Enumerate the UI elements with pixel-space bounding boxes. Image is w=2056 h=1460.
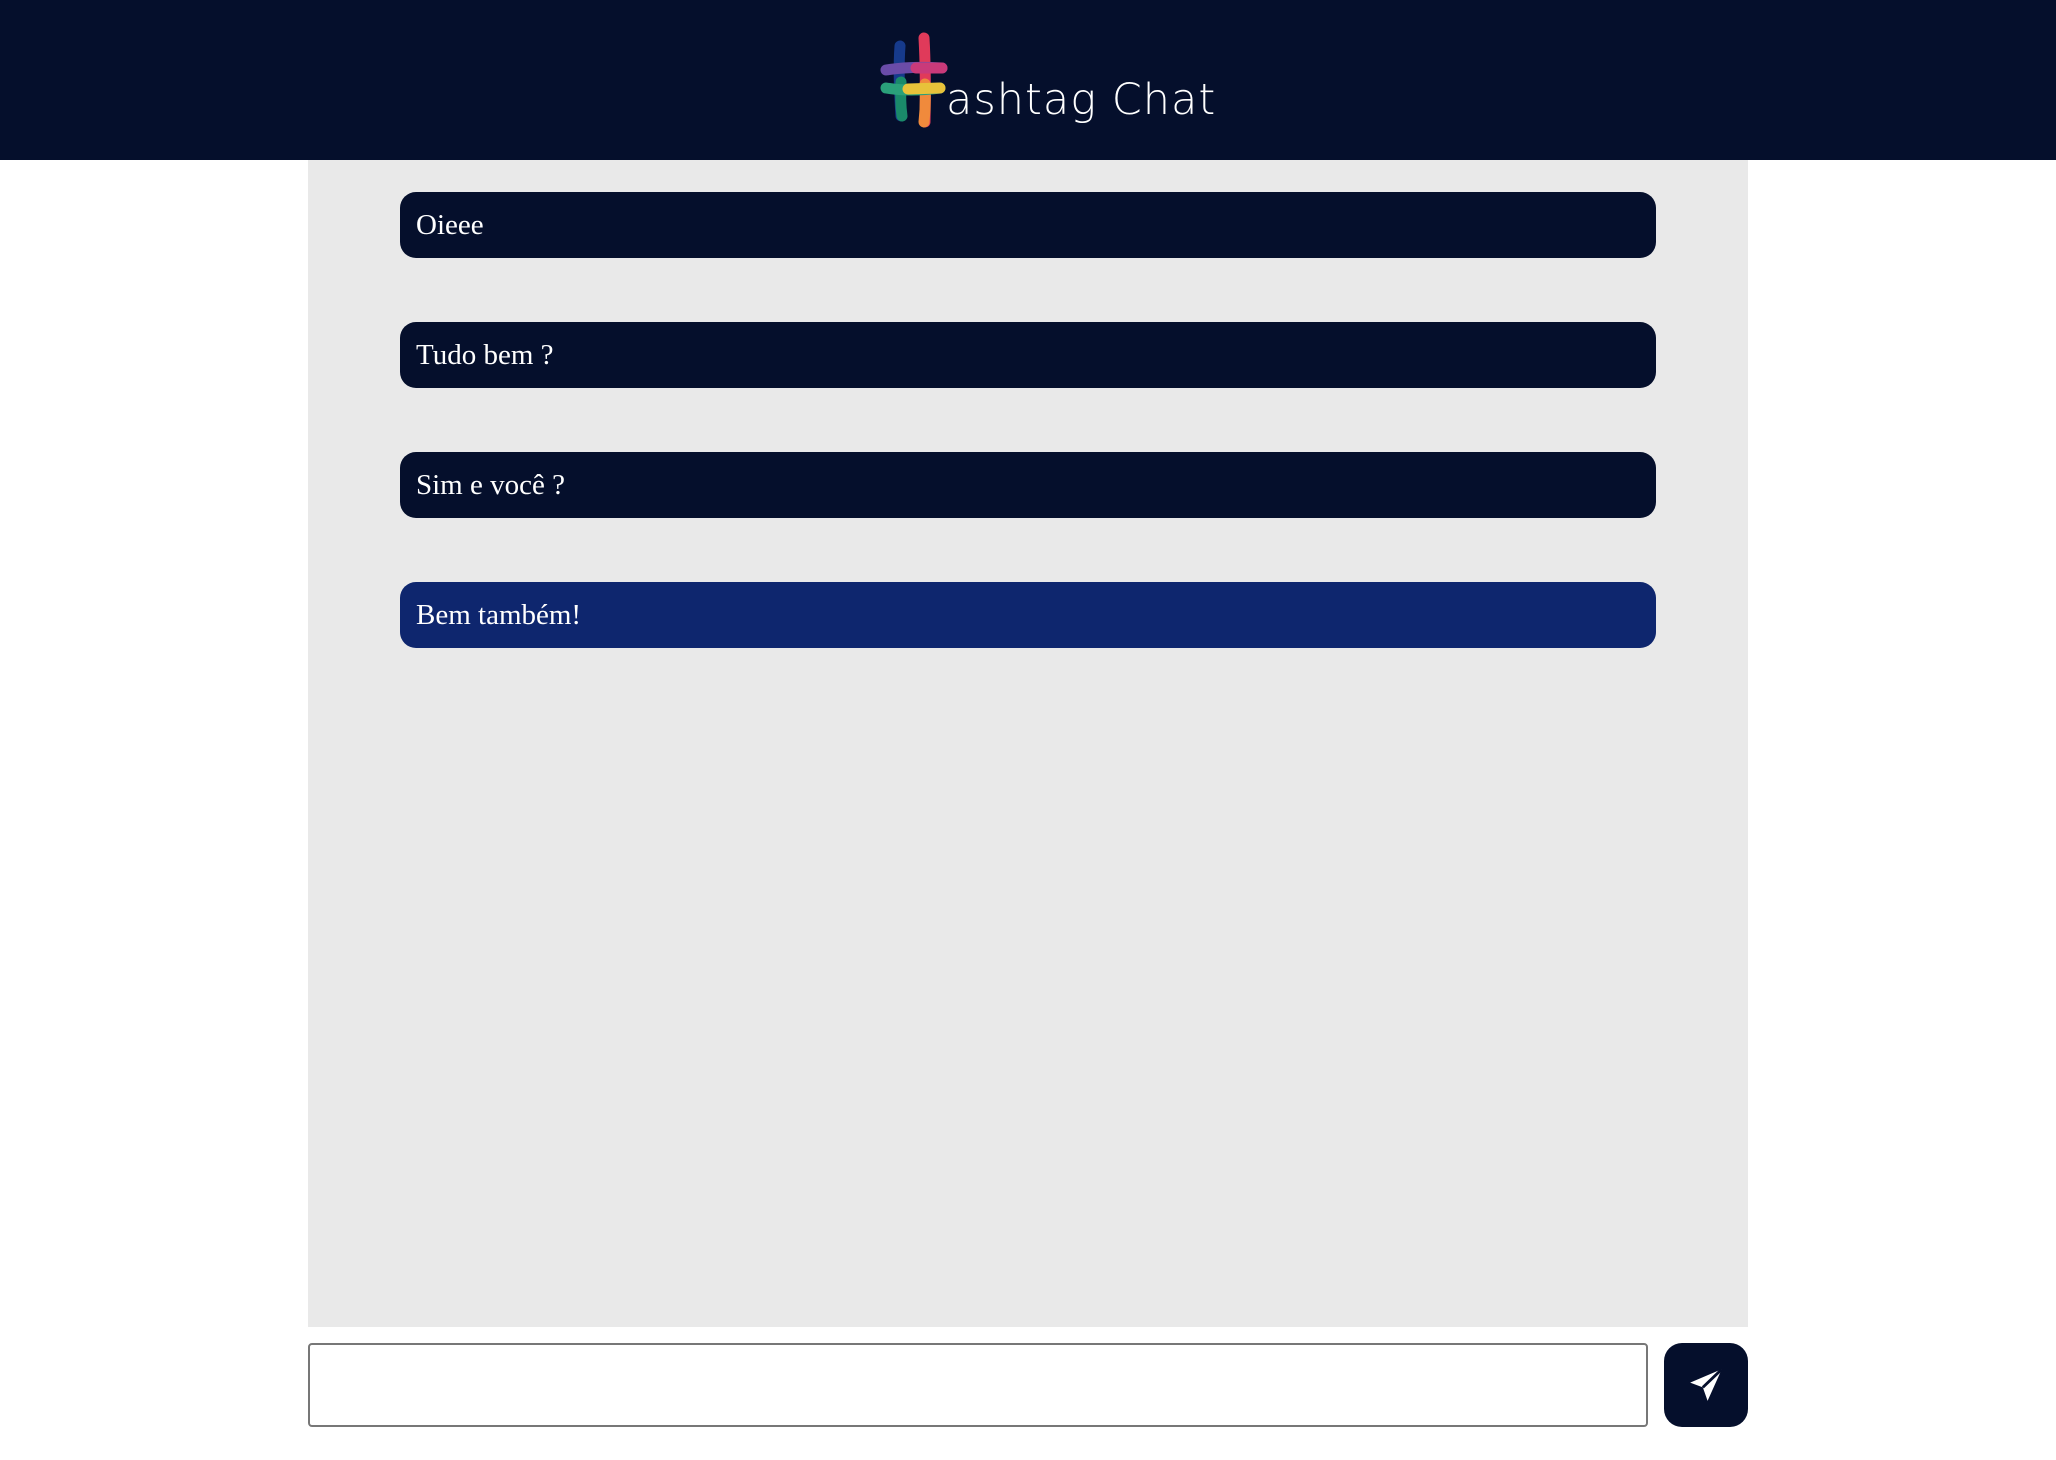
chat-message: Sim e você ? xyxy=(400,452,1656,518)
app-header: ashtag Chat xyxy=(0,0,2056,160)
chat-message: Tudo bem ? xyxy=(400,322,1656,388)
logo-text: ashtag Chat xyxy=(946,75,1217,125)
chat-message: Oieee xyxy=(400,192,1656,258)
chat-area[interactable]: Oieee Tudo bem ? Sim e você ? Bem também… xyxy=(308,160,1748,1327)
message-list: Oieee Tudo bem ? Sim e você ? Bem também… xyxy=(400,192,1656,712)
chat-message-own: Bem também! xyxy=(400,582,1656,648)
composer-bar xyxy=(308,1343,1748,1427)
logo: ashtag Chat xyxy=(880,32,1215,132)
hashtag-icon xyxy=(880,32,948,128)
message-input[interactable] xyxy=(308,1343,1648,1427)
send-button[interactable] xyxy=(1664,1343,1748,1427)
send-icon xyxy=(1690,1368,1723,1401)
